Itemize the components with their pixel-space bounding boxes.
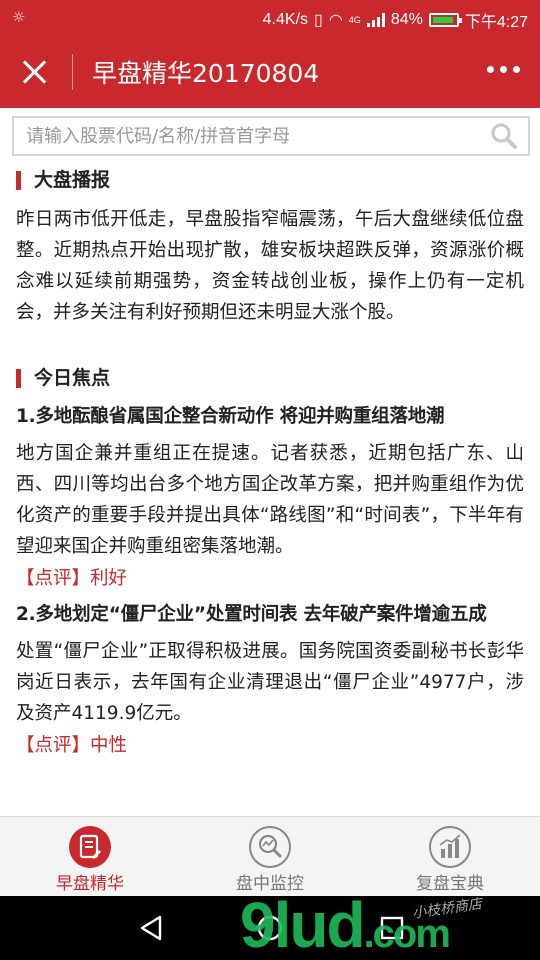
bar-chart-icon (429, 826, 471, 868)
market-report-text: 昨日两市低开低走，早盘股指窄幅震荡，午后大盘继续低位盘整。近期热点开始出现扩散，… (16, 209, 524, 323)
status-bar: ☼ 4.4K/s ▯ ◠ 4G 84% 下午4:27 (0, 0, 540, 36)
section-heading-focus: 今日焦点 (16, 358, 524, 398)
article-content[interactable]: 大盘播报 昨日两市低开低走，早盘股指窄幅震荡，午后大盘继续低位盘整。近期热点开始… (0, 160, 540, 815)
bottom-tab-bar: 早盘精华 盘中监控 复盘宝典 (0, 816, 540, 896)
signal-icon (366, 13, 385, 27)
search-input[interactable] (14, 118, 484, 154)
news-title: 1.多地酝酿省属国企整合新动作 将迎并购重组落地潮 (16, 406, 445, 427)
section-heading-market-report: 大盘播报 (16, 160, 524, 200)
tab-morning-highlights[interactable]: 早盘精华 (0, 817, 180, 896)
more-dot-icon (487, 66, 494, 73)
news-title: 2.多地划定“僵尸企业”处置时间表 去年破产案件增逾五成 (16, 604, 487, 625)
vibrate-icon: ▯ (314, 12, 323, 29)
news-comment: 【点评】中性 (16, 735, 128, 756)
title-bar: 早盘精华20170804 (0, 36, 540, 108)
network-speed: 4.4K/s (262, 11, 309, 28)
magnifier-chart-icon (249, 826, 291, 868)
system-nav-bar (0, 896, 540, 960)
news-comment: 【点评】利好 (16, 568, 128, 589)
home-icon[interactable] (254, 912, 286, 944)
news-body: 地方国企兼并重组正在提速。记者获悉，近期包括广东、山西、四川等均出台多个地方国企… (16, 443, 524, 557)
news-item: 2.多地划定“僵尸企业”处置时间表 去年破产案件增逾五成 处置“僵尸企业”正取得… (16, 598, 524, 763)
recent-apps-icon[interactable] (376, 912, 408, 944)
news-item: 1.多地酝酿省属国企整合新动作 将迎并购重组落地潮 地方国企兼并重组正在提速。记… (16, 400, 524, 596)
tab-label: 早盘精华 (56, 874, 124, 894)
more-options-button[interactable] (487, 66, 520, 73)
brightness-icon: ☼ (12, 8, 26, 26)
back-icon[interactable] (136, 912, 168, 944)
document-icon (69, 826, 111, 868)
news-body: 处置“僵尸企业”正取得积极进展。国务院国资委副秘书长彭华岗近日表示，去年国有企业… (16, 641, 524, 724)
battery-percent: 84% (390, 11, 423, 28)
status-right: 4.4K/s ▯ ◠ 4G 84% 下午4:27 (263, 8, 528, 32)
more-dot-icon (500, 66, 507, 73)
tab-review-guide[interactable]: 复盘宝典 (360, 817, 540, 896)
network-type: 4G (348, 15, 361, 25)
title-divider (72, 54, 73, 90)
battery-icon (428, 13, 462, 27)
more-dot-icon (513, 66, 520, 73)
tab-intraday-monitor[interactable]: 盘中监控 (180, 817, 360, 896)
clock: 下午4:27 (464, 14, 528, 31)
search-bar (12, 116, 530, 156)
tab-label: 盘中监控 (236, 874, 304, 894)
wifi-icon: ◠ (328, 12, 343, 29)
search-icon[interactable] (490, 122, 518, 150)
tab-label: 复盘宝典 (416, 874, 484, 894)
close-button[interactable] (14, 52, 54, 92)
page-title: 早盘精华20170804 (92, 59, 320, 88)
